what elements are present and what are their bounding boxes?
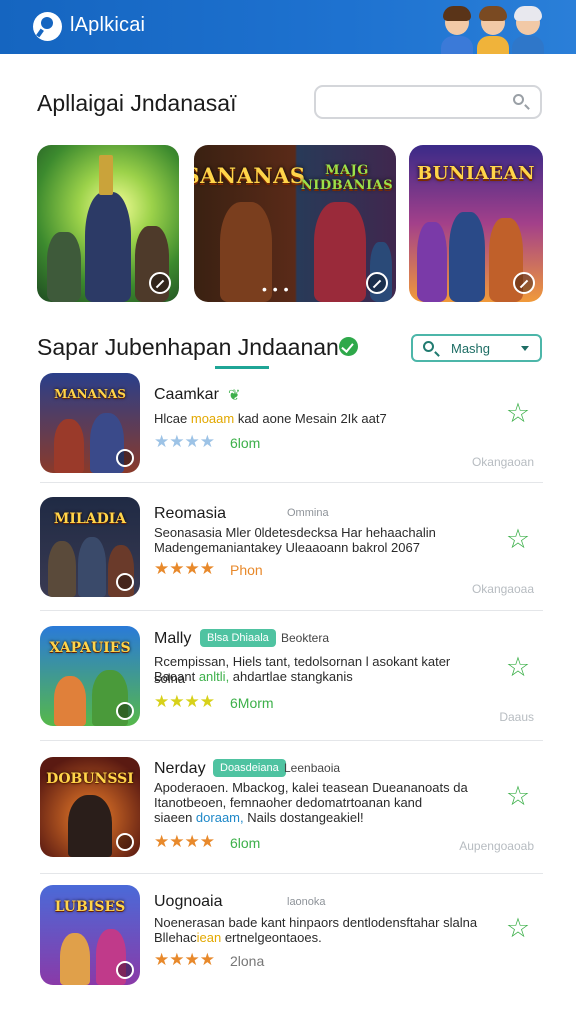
- app-meta: Daaus: [499, 710, 534, 724]
- featured-banner[interactable]: [37, 145, 179, 302]
- avatar[interactable]: [476, 4, 510, 54]
- star-outline-icon[interactable]: ☆: [503, 652, 533, 682]
- section-title: Sapar Jubenhapan Jndaanan: [37, 334, 339, 360]
- app-category: Leenbaoia: [284, 761, 341, 775]
- list-item[interactable]: LUBISES Uognoaia laonoka Noenerasan bade…: [0, 885, 576, 1015]
- rating-stars: ★★★★: [154, 692, 215, 711]
- search-icon: [423, 341, 434, 352]
- thumbnail-title: XAPAUIES: [49, 640, 131, 656]
- rating-stars: ★★★★: [154, 832, 215, 851]
- app-header: lAplkicai: [0, 0, 576, 54]
- app-description: Bllehaciean ertnelgeontaoes.: [154, 930, 322, 945]
- app-name[interactable]: Uognoaia: [154, 893, 223, 911]
- chevron-down-icon: [521, 346, 529, 351]
- list-item[interactable]: XAPAUIES Mally Blsa Dhiaala Beoktera Rce…: [0, 626, 576, 756]
- open-link-icon[interactable]: [513, 272, 535, 294]
- avatar[interactable]: [511, 4, 545, 54]
- app-thumbnail[interactable]: MANANAS: [40, 373, 140, 473]
- filter-dropdown[interactable]: Mashg: [411, 334, 542, 362]
- rating-stars: ★★★★: [154, 950, 215, 969]
- thumbnail-title: MANANAS: [54, 387, 126, 401]
- divider: [40, 740, 543, 741]
- thumbnail-title: DOBUNSSI: [46, 771, 134, 787]
- app-size: 6Morm: [230, 695, 274, 711]
- app-category: laonoka: [287, 896, 326, 908]
- list-item[interactable]: MILADIA Reomasia Ommina Seonasasia Mler …: [0, 497, 576, 627]
- app-meta: Aupengoaoab: [459, 839, 534, 853]
- list-item[interactable]: MANANAS Caamkar ❦ Hlcae moaam kad aone M…: [0, 373, 576, 503]
- status-badge: Doasdeiana: [213, 759, 286, 777]
- divider: [40, 610, 543, 611]
- open-link-icon[interactable]: [149, 272, 171, 294]
- open-link-icon[interactable]: [366, 272, 388, 294]
- star-outline-icon[interactable]: ☆: [503, 781, 533, 811]
- app-name[interactable]: Mally: [154, 630, 191, 648]
- verified-check-icon: [339, 337, 358, 356]
- status-badge: Blsa Dhiaala: [200, 629, 276, 647]
- star-outline-icon[interactable]: ☆: [503, 524, 533, 554]
- search-icon[interactable]: [512, 93, 530, 111]
- open-link-icon[interactable]: [116, 833, 134, 851]
- app-meta: Okangaoaa: [471, 582, 534, 596]
- app-description: siaeen doraam, Nails dostangeakiel!: [154, 810, 364, 825]
- filter-label: Mashg: [451, 341, 491, 356]
- app-name[interactable]: Nerday: [154, 760, 206, 778]
- app-size: Phon: [230, 562, 263, 578]
- app-thumbnail[interactable]: MILADIA: [40, 497, 140, 597]
- app-name[interactable]: Caamkar: [154, 386, 219, 404]
- app-category: Beoktera: [281, 631, 330, 645]
- app-size: 2lona: [230, 953, 265, 969]
- app-description: Hlcae moaam kad aone Mesain 2Ik aat7: [154, 411, 387, 426]
- app-category: Ommina: [287, 507, 329, 519]
- section-underline: [215, 366, 269, 369]
- rating-stars: ★★★★: [154, 559, 215, 578]
- leaf-icon: ❦: [228, 387, 241, 404]
- divider: [40, 482, 543, 483]
- avatar[interactable]: [440, 4, 474, 54]
- list-item[interactable]: DOBUNSSI Nerday Doasdeiana Leenbaoia Apo…: [0, 757, 576, 887]
- banner-title: BUNIAEAN: [417, 163, 535, 184]
- carousel-dots[interactable]: • • •: [262, 281, 289, 297]
- thumbnail-title: LUBISES: [54, 899, 126, 915]
- app-description: Baoant anltli, ahdartlae stangkanis: [154, 669, 353, 684]
- thumbnail-title: MILADIA: [53, 511, 127, 527]
- banner-title: MAJG NIDBANIAS: [300, 163, 394, 193]
- featured-banner[interactable]: SANANAS MAJG NIDBANIAS • • •: [194, 145, 396, 302]
- open-link-icon[interactable]: [116, 702, 134, 720]
- star-outline-icon[interactable]: ☆: [503, 913, 533, 943]
- star-outline-icon[interactable]: ☆: [503, 398, 533, 428]
- app-name[interactable]: Reomasia: [154, 505, 226, 523]
- open-link-icon[interactable]: [116, 573, 134, 591]
- app-description: Madengemaniantakey Uleaaoann bakrol 2067: [154, 540, 420, 555]
- search-logo-icon[interactable]: [33, 12, 62, 41]
- app-title: lAplkicai: [70, 14, 146, 36]
- app-thumbnail[interactable]: XAPAUIES: [40, 626, 140, 726]
- app-thumbnail[interactable]: DOBUNSSI: [40, 757, 140, 857]
- app-size: 6lom: [230, 835, 261, 851]
- app-thumbnail[interactable]: LUBISES: [40, 885, 140, 985]
- open-link-icon[interactable]: [116, 961, 134, 979]
- open-link-icon[interactable]: [116, 449, 134, 467]
- rating-stars: ★★★★: [154, 432, 215, 451]
- section-title: Apllaigai Jndanasaï: [37, 90, 237, 116]
- app-meta: Okangaoan: [471, 455, 534, 469]
- app-size: 6lom: [230, 435, 261, 451]
- featured-banner[interactable]: BUNIAEAN: [409, 145, 543, 302]
- search-input[interactable]: [314, 85, 542, 119]
- divider: [40, 873, 543, 874]
